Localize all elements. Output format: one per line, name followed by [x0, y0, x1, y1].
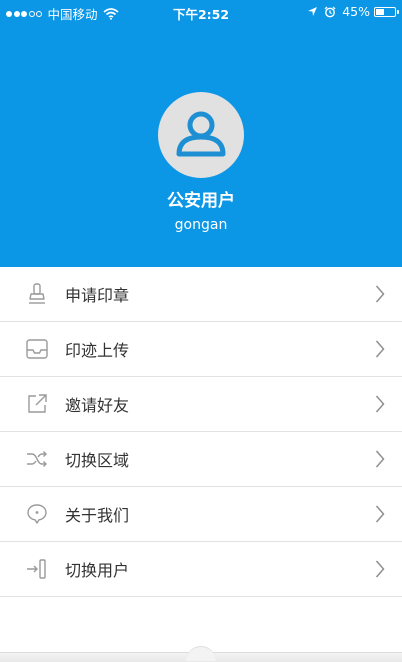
location-arrow-icon: [308, 7, 318, 16]
menu-item-label: 切换用户: [65, 561, 130, 580]
user-display-name: 公安用户: [167, 191, 235, 211]
avatar[interactable]: [158, 92, 244, 178]
chevron-right-icon: [375, 505, 385, 523]
chevron-right-icon: [375, 340, 385, 358]
switch-user-icon: [27, 559, 46, 579]
menu-item-label: 切换区域: [65, 451, 130, 470]
menu-item-upload-seal-mark[interactable]: 印迹上传: [0, 322, 402, 377]
settings-menu: 申请印章 印迹上传 邀请好友 切换区域 关于我们 切换用户: [0, 267, 402, 597]
status-right: 45%: [307, 4, 399, 19]
user-icon: [176, 111, 226, 157]
user-account-name: gongan: [174, 217, 228, 233]
menu-item-label: 申请印章: [65, 286, 130, 305]
menu-item-label: 印迹上传: [65, 341, 130, 360]
status-bar: 中国移动 下午2:52 45%: [0, 0, 402, 22]
chevron-right-icon: [375, 285, 385, 303]
alarm-icon: [324, 6, 336, 17]
inbox-upload-icon: [26, 339, 48, 359]
profile-header: 中国移动 下午2:52 45% 公安用户 gongan: [0, 0, 402, 267]
share-external-icon: [28, 394, 47, 413]
menu-item-switch-region[interactable]: 切换区域: [0, 432, 402, 487]
chevron-right-icon: [375, 450, 385, 468]
chevron-right-icon: [375, 395, 385, 413]
menu-item-label: 关于我们: [65, 506, 130, 525]
chat-bubble-icon: [27, 504, 47, 524]
chevron-right-icon: [375, 560, 385, 578]
shuffle-icon: [27, 451, 47, 467]
bottom-tab-handle[interactable]: [186, 646, 216, 661]
menu-item-apply-seal[interactable]: 申请印章: [0, 267, 402, 322]
menu-item-about-us[interactable]: 关于我们: [0, 487, 402, 542]
battery-icon: [374, 6, 399, 17]
battery-percent: 45%: [342, 4, 370, 19]
menu-item-invite-friends[interactable]: 邀请好友: [0, 377, 402, 432]
menu-item-label: 邀请好友: [65, 396, 130, 415]
battery-cap: [397, 9, 399, 14]
menu-item-switch-user[interactable]: 切换用户: [0, 542, 402, 597]
stamp-icon: [29, 283, 45, 304]
battery-fill: [376, 8, 385, 15]
